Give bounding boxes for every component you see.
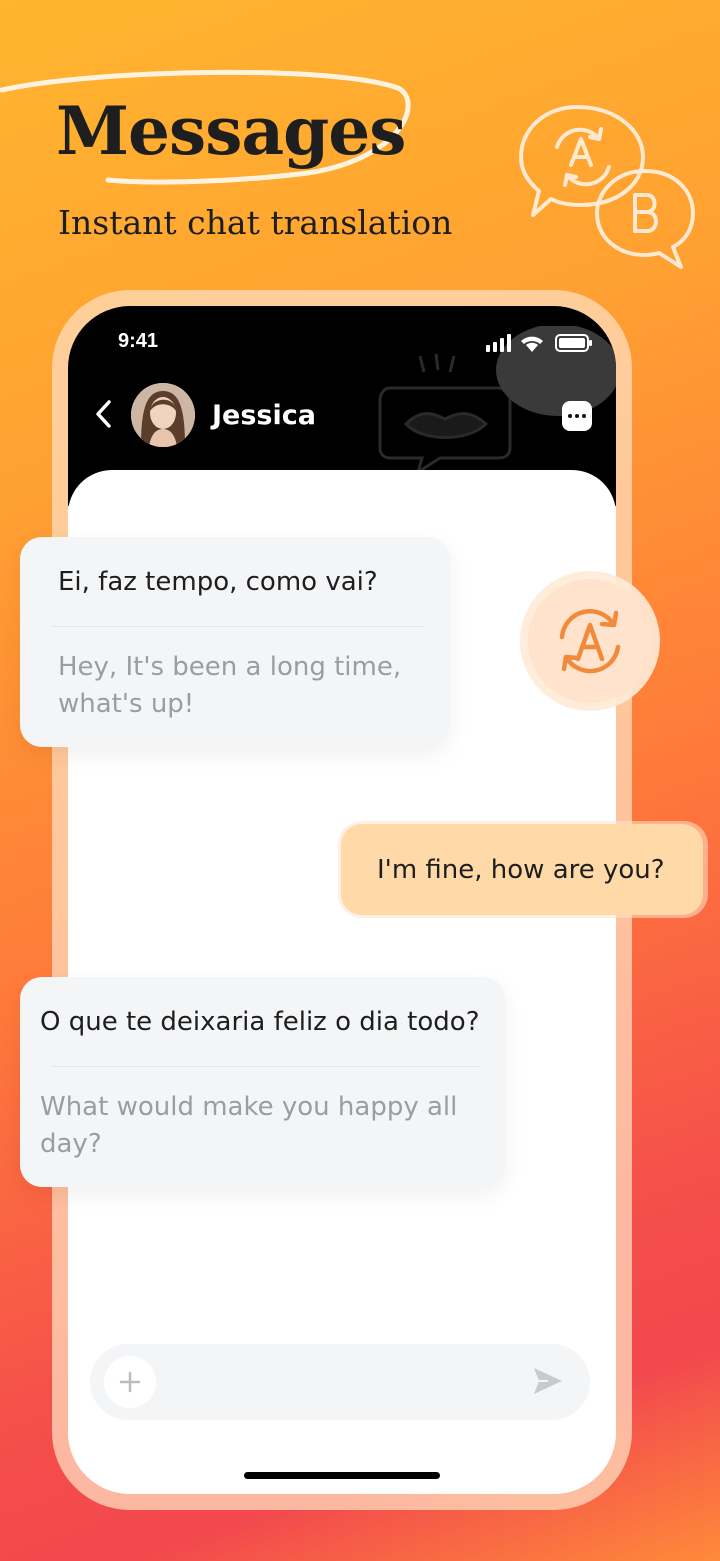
add-attachment-button[interactable]	[104, 1356, 156, 1408]
subheadline: Instant chat translation	[58, 203, 453, 242]
message-divider	[52, 1066, 479, 1067]
translate-bubbles-icon	[519, 105, 695, 269]
avatar-photo	[131, 383, 195, 447]
headline: Messages	[56, 92, 406, 170]
message-translation-text: Hey, It's been a long time, what's up!	[58, 652, 402, 719]
back-button[interactable]	[88, 396, 118, 432]
plus-icon	[119, 1371, 141, 1393]
chevron-left-icon	[96, 400, 111, 428]
message-original-text: Ei, faz tempo, como vai?	[58, 567, 378, 597]
avatar[interactable]	[131, 383, 195, 447]
status-time: 9:41	[118, 330, 159, 352]
more-button[interactable]	[562, 401, 592, 431]
message-translation-text: What would make you happy all day?	[40, 1092, 458, 1159]
home-indicator	[244, 1472, 440, 1479]
send-icon[interactable]	[532, 1366, 564, 1396]
message-composer[interactable]	[90, 1344, 590, 1420]
status-icons	[486, 334, 592, 352]
message-bubble-incoming[interactable]: O que te deixaria feliz o dia todo? What…	[20, 977, 505, 1187]
message-outgoing-text: I'm fine, how are you?	[377, 855, 665, 885]
more-dots-icon	[568, 414, 586, 418]
message-divider	[52, 626, 424, 627]
translate-button-inner	[528, 579, 652, 703]
translate-ab-icon	[559, 609, 621, 674]
translate-button[interactable]	[520, 571, 660, 711]
message-bubble-incoming[interactable]: Ei, faz tempo, como vai? Hey, It's been …	[20, 537, 450, 747]
message-original-text: O que te deixaria feliz o dia todo?	[40, 1007, 480, 1037]
contact-name: Jessica	[212, 400, 316, 431]
